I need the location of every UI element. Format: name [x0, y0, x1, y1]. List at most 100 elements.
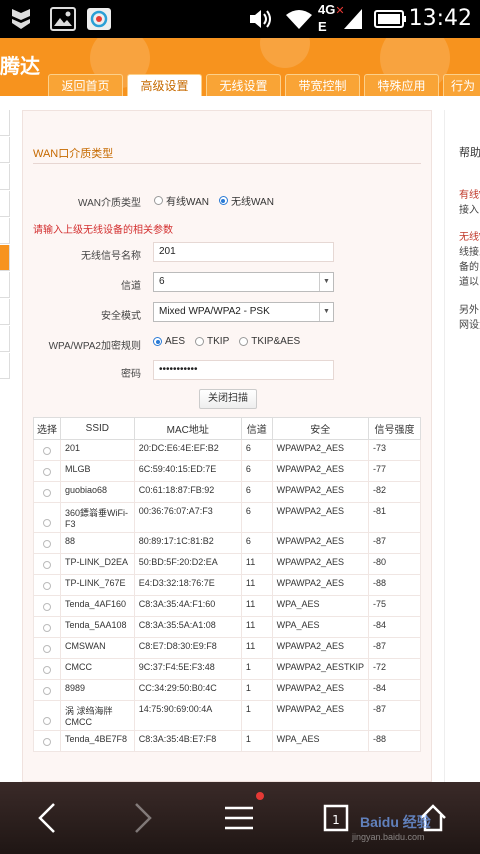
ssid-input[interactable]: 201	[153, 242, 334, 262]
security-cell: WPAWPA2_AES	[271, 700, 369, 731]
row-select-radio[interactable]	[42, 540, 51, 548]
table-row[interactable]: CMCC 9C:37:F4:5E:F3:48 1 WPAWPA2_AESTKIP -72	[33, 658, 422, 680]
row-select-radio[interactable]	[42, 489, 51, 497]
tab-bandwidth[interactable]: 带宽控制	[285, 74, 360, 96]
row-select-radio[interactable]	[42, 561, 51, 569]
cipher-tkip-radio[interactable]: TKIP	[195, 336, 229, 347]
side-nav-item[interactable]	[0, 272, 10, 298]
ssid-cell: 360鏢嵡垂WiFi-F3	[59, 502, 135, 533]
side-nav-item[interactable]	[0, 191, 10, 217]
security-mode-select[interactable]: Mixed WPA/WPA2 - PSK ▼	[153, 302, 334, 322]
row-select-radio[interactable]	[42, 687, 51, 695]
select-cell[interactable]	[33, 439, 61, 461]
table-row[interactable]: 360鏢嵡垂WiFi-F3 00:36:76:07:A7:F3 6 WPAWPA2_A…	[33, 502, 422, 533]
table-header-row: 选择 SSID MAC地址 信道 安全 信号强度	[33, 417, 422, 440]
password-input[interactable]: •••••••••••	[153, 360, 334, 380]
row-select-radio[interactable]	[42, 624, 51, 632]
ssid-cell: Tenda_5AA108	[59, 616, 135, 638]
table-row[interactable]: guobiao68 C0:61:18:87:FB:92 6 WPAWPA2_AES -8…	[33, 481, 422, 503]
ssid-cell: 涡 浗绉海牉CMCC	[59, 700, 135, 731]
select-cell[interactable]	[33, 460, 61, 482]
tab-special-apps[interactable]: 特殊应用	[364, 74, 439, 96]
tab-advanced[interactable]: 高级设置	[127, 74, 202, 96]
tab-wireless[interactable]: 无线设置	[206, 74, 281, 96]
side-nav-item[interactable]	[0, 353, 10, 379]
select-cell[interactable]	[33, 730, 61, 752]
row-select-radio[interactable]	[42, 738, 51, 746]
cipher-aes-radio[interactable]: AES	[153, 336, 185, 347]
mac-cell: 6C:59:40:15:ED:7E	[133, 460, 242, 482]
select-cell[interactable]	[33, 616, 61, 638]
wan-type-wired-radio[interactable]: 有线WAN	[154, 193, 209, 208]
shield-icon	[12, 9, 30, 29]
select-cell[interactable]	[33, 637, 61, 659]
mac-cell: C0:61:18:87:FB:92	[133, 481, 242, 503]
table-row[interactable]: TP-LINK_D2EA 50:BD:5F:20:D2:EA 11 WPAWPA2_A…	[33, 553, 422, 575]
channel-cell: 6	[240, 460, 273, 482]
security-cell: WPAWPA2_AES	[271, 460, 369, 482]
select-cell[interactable]	[33, 574, 61, 596]
help-text: 备的	[459, 262, 479, 273]
row-select-radio[interactable]	[42, 645, 51, 653]
forward-icon[interactable]	[132, 800, 154, 836]
tab-home[interactable]: 返回首页	[48, 74, 123, 96]
app-icon	[87, 8, 111, 30]
table-row[interactable]: 88 80:89:17:1C:81:B2 6 WPAWPA2_AES -87	[33, 532, 422, 554]
cipher-tkip-aes-radio[interactable]: TKIP&AES	[239, 336, 300, 347]
row-select-radio[interactable]	[42, 717, 51, 725]
tabs-icon[interactable]: 1	[322, 800, 350, 836]
row-select-radio[interactable]	[42, 447, 51, 455]
brand-logo: 腾达	[0, 56, 40, 78]
side-nav-item[interactable]	[0, 326, 10, 352]
ssid-cell: guobiao68	[59, 481, 135, 503]
table-row[interactable]: MLGB 6C:59:40:15:ED:7E 6 WPAWPA2_AES -77	[33, 460, 422, 482]
channel-cell: 6	[240, 502, 273, 533]
back-icon[interactable]	[36, 800, 58, 836]
table-row[interactable]: Tenda_4AF160 C8:3A:35:4A:F1:60 11 WPA_AES -7…	[33, 595, 422, 617]
menu-icon[interactable]	[222, 800, 256, 836]
table-row[interactable]: Tenda_4BE7F8 C8:3A:35:4B:E7:F8 1 WPA_AES -88	[33, 730, 422, 752]
security-cell: WPAWPA2_AES	[271, 481, 369, 503]
select-cell[interactable]	[33, 553, 61, 575]
table-row[interactable]: 201 20:DC:E6:4E:EF:B2 6 WPAWPA2_AES -73	[33, 439, 422, 461]
ssid-cell: Tenda_4BE7F8	[59, 730, 135, 752]
wan-settings-panel: WAN口介质类型 WAN介质类型 有线WAN 无线WAN 请输入上级无线设备的相…	[22, 110, 432, 782]
signal-cell: -87	[367, 637, 422, 659]
wifi-icon	[286, 10, 312, 29]
side-nav-item[interactable]	[0, 164, 10, 190]
row-select-radio[interactable]	[42, 519, 51, 527]
select-cell[interactable]	[33, 532, 61, 554]
select-cell[interactable]	[33, 658, 61, 680]
notification-dot	[256, 792, 264, 800]
tab-behavior[interactable]: 行为	[443, 74, 480, 96]
channel-cell: 11	[240, 574, 273, 596]
table-row[interactable]: Tenda_5AA108 C8:3A:35:5A:A1:08 11 WPA_AES -8…	[33, 616, 422, 638]
side-nav-item-active[interactable]	[0, 245, 10, 271]
help-panel: 帮助 有线W 接入 无线W 线接入 备的 道以 另外 网设置	[444, 110, 480, 782]
side-nav-item[interactable]	[0, 299, 10, 325]
row-select-radio[interactable]	[42, 468, 51, 476]
side-nav-item[interactable]	[0, 218, 10, 244]
channel-cell: 11	[240, 616, 273, 638]
select-cell[interactable]	[33, 595, 61, 617]
select-cell[interactable]	[33, 481, 61, 503]
side-nav-item[interactable]	[0, 137, 10, 163]
channel-select[interactable]: 6 ▼	[153, 272, 334, 292]
wan-type-wireless-radio[interactable]: 无线WAN	[218, 193, 274, 208]
select-cell[interactable]	[33, 700, 61, 731]
table-row[interactable]: 涡 浗绉海牉CMCC 14:75:90:69:00:4A 1 WPAWPA2_AES -…	[33, 700, 422, 731]
security-mode-label: 安全模式	[101, 311, 141, 322]
row-select-radio[interactable]	[42, 666, 51, 674]
table-row[interactable]: TP-LINK_767E E4:D3:32:18:76:7E 11 WPAWPA2_A…	[33, 574, 422, 596]
table-row[interactable]: 8989 CC:34:29:50:B0:4C 1 WPAWPA2_AES -84	[33, 679, 422, 701]
security-cell: WPA_AES	[271, 616, 369, 638]
divider	[33, 163, 421, 164]
select-cell[interactable]	[33, 502, 61, 533]
table-row[interactable]: CMSWAN C8:E7:D8:30:E9:F8 11 WPAWPA2_AES -87	[33, 637, 422, 659]
side-nav-item[interactable]	[0, 110, 10, 136]
row-select-radio[interactable]	[42, 582, 51, 590]
row-select-radio[interactable]	[42, 603, 51, 611]
select-cell[interactable]	[33, 679, 61, 701]
mac-cell: 20:DC:E6:4E:EF:B2	[133, 439, 242, 461]
close-scan-button[interactable]: 关闭扫描	[199, 389, 257, 409]
